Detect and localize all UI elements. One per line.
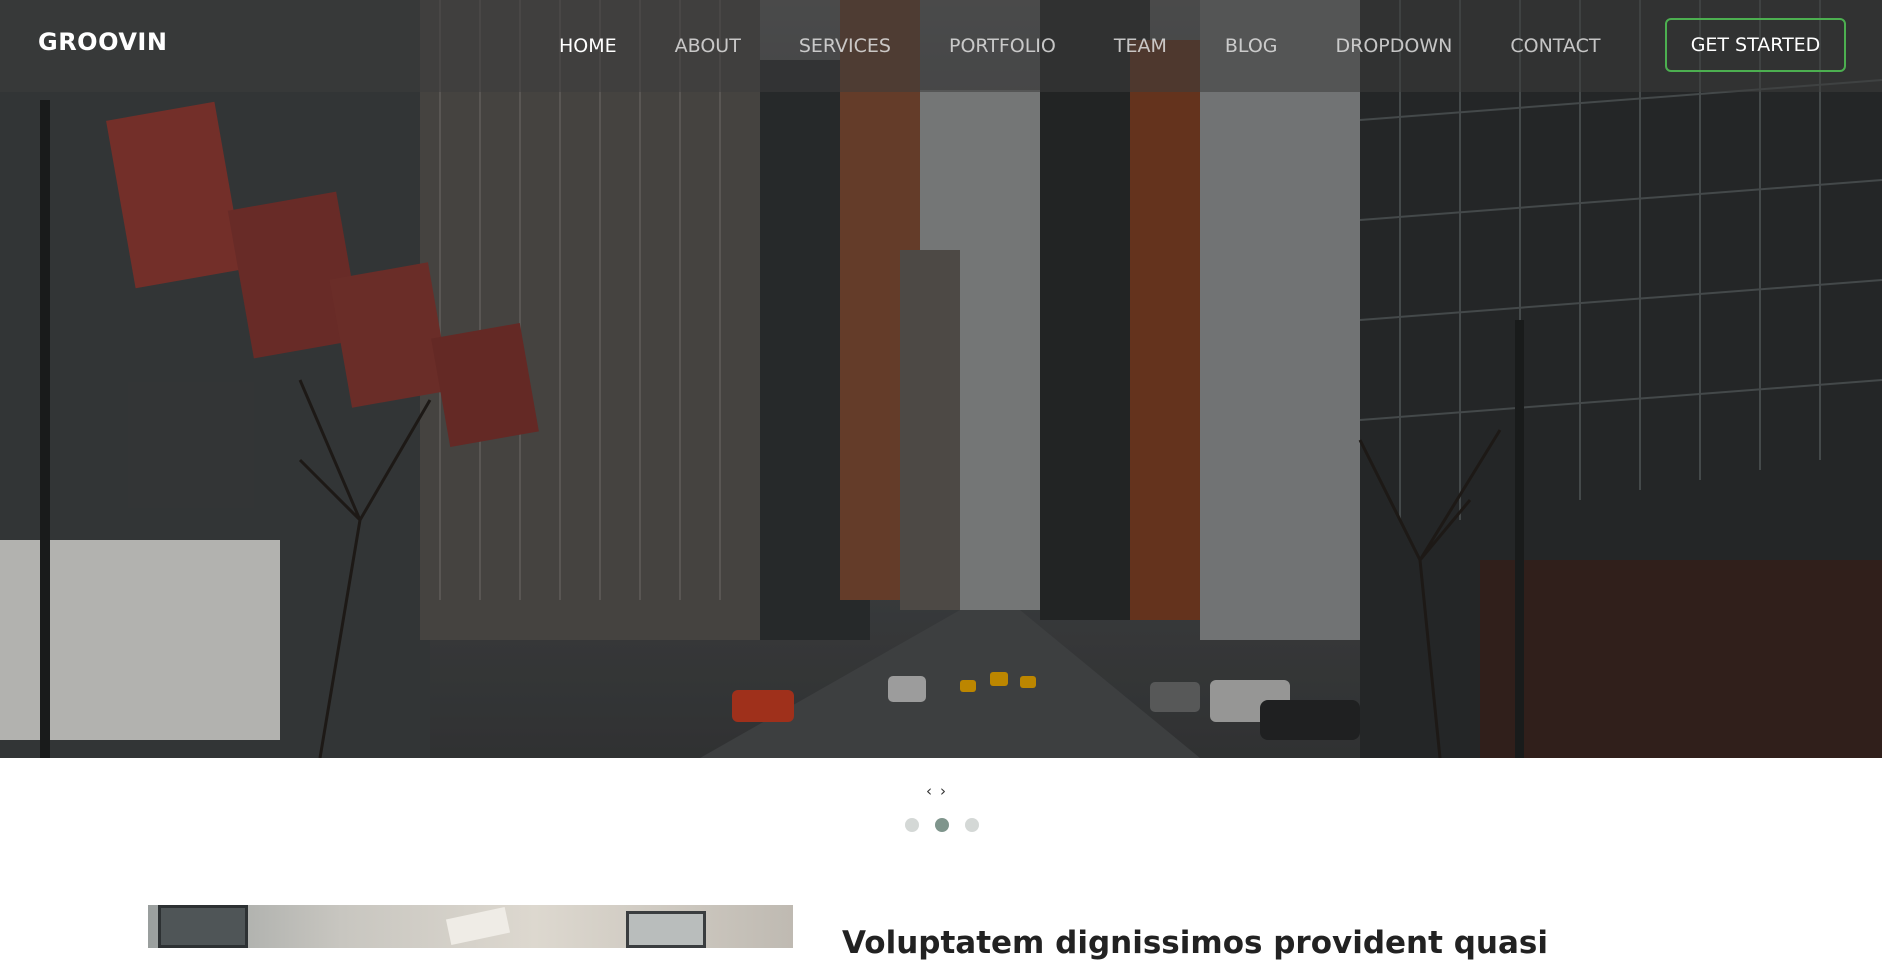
section-headline: Voluptatem dignissimos provident quasi: [842, 925, 1548, 961]
chevron-left-icon[interactable]: ‹: [926, 782, 932, 800]
hero-carousel: [0, 0, 1882, 758]
carousel-dot-2[interactable]: [935, 818, 949, 832]
nav-item-services[interactable]: SERVICES: [799, 35, 891, 57]
nav-item-about[interactable]: ABOUT: [675, 35, 741, 57]
monitor-graphic: [158, 905, 248, 948]
city-street-image: [0, 0, 1882, 758]
carousel-arrows: ‹ ›: [926, 782, 946, 800]
carousel-dot-3[interactable]: [965, 818, 979, 832]
nav-item-blog[interactable]: BLOG: [1225, 35, 1278, 57]
content-image: [148, 905, 793, 948]
site-header: GROOVIN HOME ABOUT SERVICES PORTFOLIO TE…: [0, 0, 1882, 92]
carousel-indicators: [905, 818, 979, 832]
nav-item-team[interactable]: TEAM: [1114, 35, 1167, 57]
laptop-graphic: [626, 911, 706, 948]
nav-item-dropdown[interactable]: DROPDOWN: [1336, 35, 1453, 57]
paper-graphic: [445, 907, 511, 945]
nav-item-portfolio[interactable]: PORTFOLIO: [949, 35, 1056, 57]
chevron-right-icon[interactable]: ›: [940, 782, 946, 800]
site-logo[interactable]: GROOVIN: [38, 28, 167, 56]
nav-item-contact[interactable]: CONTACT: [1510, 35, 1600, 57]
carousel-dot-1[interactable]: [905, 818, 919, 832]
main-nav: HOME ABOUT SERVICES PORTFOLIO TEAM BLOG …: [559, 0, 1658, 92]
nav-item-home[interactable]: HOME: [559, 35, 617, 57]
get-started-button[interactable]: GET STARTED: [1665, 18, 1846, 72]
